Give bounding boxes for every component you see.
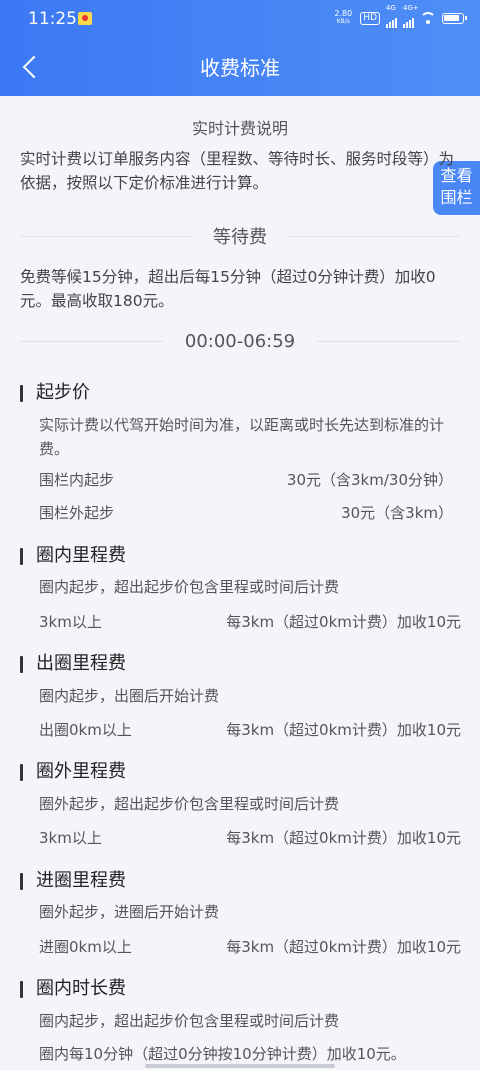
row-value: 30元（含3km/30分钟） (286, 470, 453, 489)
row-label: 围栏内起步 (39, 470, 115, 489)
inner-duration-title: 圈内时长费 (20, 977, 126, 1001)
status-time: 11:25 (28, 9, 77, 29)
enter-mileage-title: 进圈里程费 (20, 869, 126, 893)
divider-line (289, 235, 460, 237)
network-speed-unit: KB/s (336, 18, 350, 25)
row-value: 每3km（超过0km计费）加收10元 (226, 937, 461, 956)
inner-mileage-row: 3km以上 每3km（超过0km计费）加收10元 (39, 609, 461, 633)
divider-line (20, 340, 163, 342)
signal-label: 4G (386, 4, 396, 12)
row-label: 3km以上 (39, 828, 102, 847)
notification-app-icon (78, 12, 92, 25)
realtime-text: 实时计费以订单服务内容（里程数、等待时长、服务时段等）为依据，按照以下定价标准进… (20, 150, 455, 192)
period-divider: 00:00-06:59 (20, 329, 460, 353)
waiting-divider: 等待费 (20, 224, 460, 248)
row-value: 每3km（超过0km计费）加收10元 (226, 612, 461, 631)
row-label: 出圈0km以上 (39, 720, 132, 739)
row-label: 3km以上 (39, 612, 102, 631)
start-price-title: 起步价 (20, 381, 90, 405)
row-value: 30元（含3km） (341, 503, 453, 522)
home-indicator[interactable] (145, 1064, 335, 1068)
outer-mileage-title: 圈外里程费 (20, 760, 126, 784)
status-bar: 11:25 2.80 KB/s HD 4G 4G+ (0, 0, 480, 36)
app-header: 11:25 2.80 KB/s HD 4G 4G+ 收费标准 (0, 0, 480, 96)
start-price-row: 围栏外起步 30元（含3km） (39, 500, 453, 524)
inner-mileage-desc: 圈内起步，超出起步价包含里程或时间后计费 (39, 578, 340, 596)
waiting-text: 免费等候15分钟，超出后每15分钟（超过0分钟计费）加收0元。最高收取180元。 (20, 268, 436, 310)
signal-icon: 4G+ (403, 4, 419, 28)
exit-mileage-desc: 圈内起步，出圈后开始计费 (39, 687, 220, 705)
status-indicators: 2.80 KB/s HD 4G 4G+ (332, 4, 467, 28)
hd-badge: HD (360, 11, 380, 25)
inner-duration-row: 圈内每10分钟（超过0分钟按10分钟计费）加收10元。 (39, 1045, 406, 1063)
signal-icon: 4G (386, 4, 397, 28)
waiting-title: 等待费 (213, 227, 267, 248)
battery-icon (442, 12, 467, 24)
enter-mileage-row: 进圈0km以上 每3km（超过0km计费）加收10元 (39, 934, 461, 958)
realtime-title: 实时计费说明 (191, 119, 288, 138)
start-price-row: 围栏内起步 30元（含3km/30分钟） (39, 467, 453, 491)
outer-mileage-desc: 圈外起步，超出起步价包含里程或时间后计费 (39, 795, 340, 813)
start-price-desc: 实际计费以代驾开始时间为准，以距离或时长先达到标准的计费。 (39, 416, 445, 458)
exit-mileage-row: 出圈0km以上 每3km（超过0km计费）加收10元 (39, 717, 461, 741)
outer-mileage-row: 3km以上 每3km（超过0km计费）加收10元 (39, 825, 461, 849)
divider-line (317, 340, 460, 342)
enter-mileage-desc: 圈外起步，进圈后开始计费 (39, 903, 220, 921)
divider-line (20, 235, 191, 237)
page-title: 收费标准 (200, 56, 280, 80)
period-label: 00:00-06:59 (184, 330, 296, 352)
wifi-icon (420, 12, 436, 24)
row-value: 每3km（超过0km计费）加收10元 (226, 828, 461, 847)
signal-label: 4G+ (403, 4, 419, 12)
row-label: 围栏外起步 (39, 503, 115, 522)
inner-mileage-title: 圈内里程费 (20, 544, 126, 568)
inner-duration-desc: 圈内起步，超出起步价包含里程或时间后计费 (39, 1012, 340, 1030)
exit-mileage-title: 出圈里程费 (20, 652, 126, 676)
network-speed-value: 2.80 (334, 9, 353, 18)
row-value: 每3km（超过0km计费）加收10元 (226, 720, 461, 739)
row-label: 进圈0km以上 (39, 937, 132, 956)
network-speed: 2.80 KB/s (332, 10, 354, 26)
